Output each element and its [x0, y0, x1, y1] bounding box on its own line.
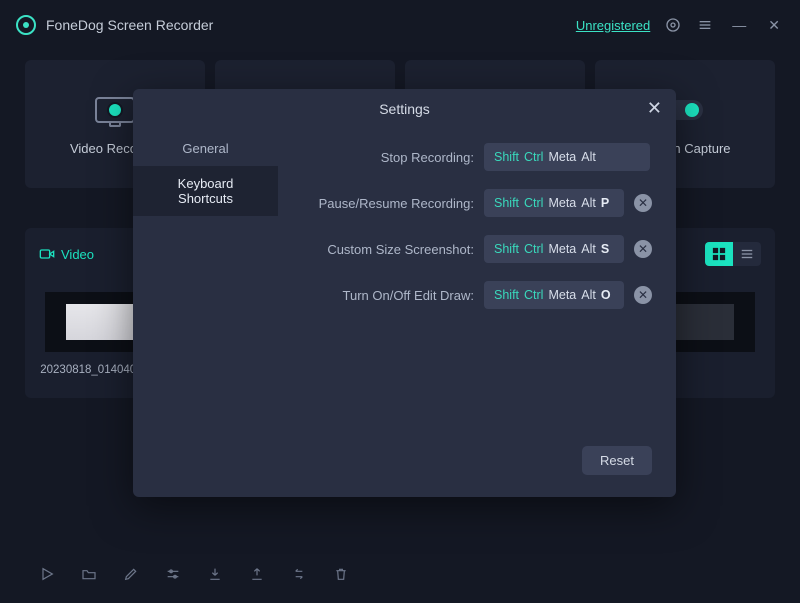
shortcut-input-pause[interactable]: Shift Ctrl Meta Alt P — [484, 189, 624, 217]
view-switch — [705, 242, 761, 266]
shortcut-row-draw: Turn On/Off Edit Draw: Shift Ctrl Meta A… — [288, 281, 652, 309]
clear-shortcut-icon[interactable]: ✕ — [634, 240, 652, 258]
settings-modal: Settings ✕ General Keyboard Shortcuts St… — [133, 89, 676, 497]
trash-icon[interactable] — [332, 565, 350, 583]
folder-icon[interactable] — [80, 565, 98, 583]
menu-icon[interactable] — [696, 16, 714, 34]
shortcut-input-custom[interactable]: Shift Ctrl Meta Alt S — [484, 235, 624, 263]
app-logo-icon — [16, 15, 36, 35]
shortcut-row-stop: Stop Recording: Shift Ctrl Meta Alt — [288, 143, 652, 171]
title-bar: FoneDog Screen Recorder Unregistered — ✕ — [0, 0, 800, 50]
shortcut-label: Custom Size Screenshot: — [288, 242, 474, 257]
play-icon[interactable] — [38, 565, 56, 583]
sliders-icon[interactable] — [164, 565, 182, 583]
bottom-toolbar — [38, 565, 350, 583]
sidebar-item-shortcuts[interactable]: Keyboard Shortcuts — [133, 166, 278, 216]
edit-icon[interactable] — [122, 565, 140, 583]
titlebar-right: Unregistered — ✕ — [576, 15, 784, 36]
reset-button[interactable]: Reset — [582, 446, 652, 475]
settings-content: Stop Recording: Shift Ctrl Meta Alt Paus… — [278, 125, 676, 446]
modal-title: Settings — [379, 101, 430, 117]
app-title: FoneDog Screen Recorder — [46, 17, 213, 33]
view-list-button[interactable] — [733, 242, 761, 266]
close-button[interactable]: ✕ — [764, 15, 784, 36]
sidebar-item-general[interactable]: General — [133, 131, 278, 166]
modal-footer: Reset — [133, 446, 676, 497]
shortcut-row-custom: Custom Size Screenshot: Shift Ctrl Meta … — [288, 235, 652, 263]
shortcut-label: Turn On/Off Edit Draw: — [288, 288, 474, 303]
shortcut-label: Pause/Resume Recording: — [288, 196, 474, 211]
settings-sidebar: General Keyboard Shortcuts — [133, 125, 278, 446]
register-link[interactable]: Unregistered — [576, 18, 650, 33]
minimize-button[interactable]: — — [728, 15, 750, 35]
view-grid-button[interactable] — [705, 242, 733, 266]
gear-icon[interactable] — [664, 16, 682, 34]
shortcut-input-draw[interactable]: Shift Ctrl Meta Alt O — [484, 281, 624, 309]
download-icon[interactable] — [206, 565, 224, 583]
shortcut-label: Stop Recording: — [288, 150, 474, 165]
modal-header: Settings ✕ — [133, 89, 676, 125]
titlebar-left: FoneDog Screen Recorder — [16, 15, 213, 35]
shortcut-input-stop[interactable]: Shift Ctrl Meta Alt — [484, 143, 650, 171]
clear-shortcut-icon[interactable]: ✕ — [634, 194, 652, 212]
shortcut-row-pause: Pause/Resume Recording: Shift Ctrl Meta … — [288, 189, 652, 217]
share-icon[interactable] — [248, 565, 266, 583]
close-icon[interactable]: ✕ — [647, 99, 662, 117]
clear-shortcut-icon[interactable]: ✕ — [634, 286, 652, 304]
convert-icon[interactable] — [290, 565, 308, 583]
tab-video[interactable]: Video — [39, 247, 94, 262]
